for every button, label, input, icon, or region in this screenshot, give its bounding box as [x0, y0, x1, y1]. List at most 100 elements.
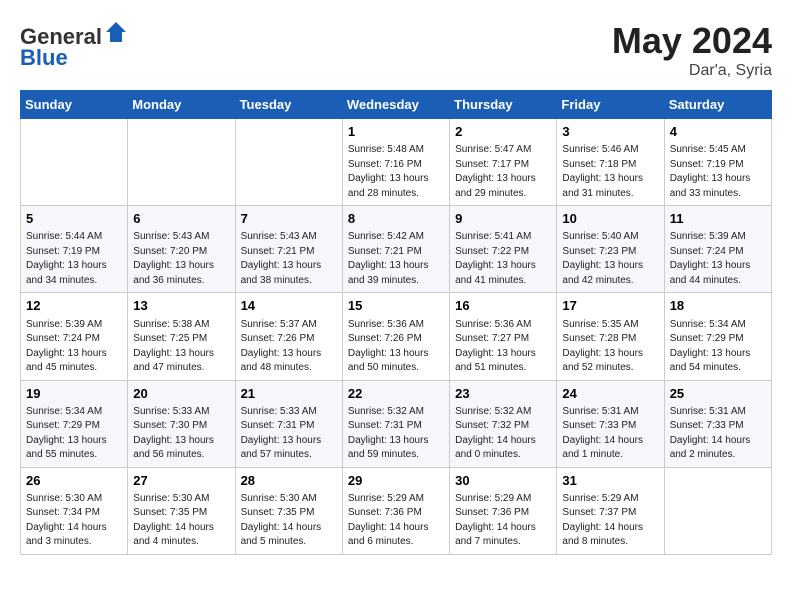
calendar-cell: 19 Sunrise: 5:34 AM Sunset: 7:29 PM Dayli…	[21, 380, 128, 467]
calendar-cell: 24 Sunrise: 5:31 AM Sunset: 7:33 PM Dayli…	[557, 380, 664, 467]
calendar-cell: 15 Sunrise: 5:36 AM Sunset: 7:26 PM Dayli…	[342, 293, 449, 380]
day-number: 2	[455, 123, 551, 141]
calendar-header-sunday: Sunday	[21, 91, 128, 119]
calendar-cell	[235, 119, 342, 206]
header: General Blue May 2024 Dar'a, Syria	[20, 20, 772, 80]
logo-icon	[104, 20, 128, 44]
day-number: 7	[241, 210, 337, 228]
calendar-header-saturday: Saturday	[664, 91, 771, 119]
day-info: Sunrise: 5:34 AM Sunset: 7:29 PM Dayligh…	[670, 318, 766, 376]
day-info: Sunrise: 5:46 AM Sunset: 7:18 PM Dayligh…	[562, 143, 658, 201]
day-number: 20	[133, 385, 229, 403]
calendar-cell	[664, 467, 771, 554]
day-info: Sunrise: 5:43 AM Sunset: 7:21 PM Dayligh…	[241, 230, 337, 288]
calendar-cell: 10 Sunrise: 5:40 AM Sunset: 7:23 PM Dayli…	[557, 206, 664, 293]
day-number: 12	[26, 297, 122, 315]
calendar-header-row: SundayMondayTuesdayWednesdayThursdayFrid…	[21, 91, 772, 119]
calendar-cell: 8 Sunrise: 5:42 AM Sunset: 7:21 PM Daylig…	[342, 206, 449, 293]
day-info: Sunrise: 5:30 AM Sunset: 7:35 PM Dayligh…	[133, 492, 229, 550]
day-info: Sunrise: 5:42 AM Sunset: 7:21 PM Dayligh…	[348, 230, 444, 288]
day-info: Sunrise: 5:36 AM Sunset: 7:26 PM Dayligh…	[348, 318, 444, 376]
day-number: 31	[562, 472, 658, 490]
title-block: May 2024 Dar'a, Syria	[612, 20, 772, 80]
calendar-week-row: 26 Sunrise: 5:30 AM Sunset: 7:34 PM Dayli…	[21, 467, 772, 554]
calendar-cell: 14Sunrise: 5:37 AM Sunset: 7:26 PM Dayli…	[235, 293, 342, 380]
calendar-cell: 5 Sunrise: 5:44 AM Sunset: 7:19 PM Daylig…	[21, 206, 128, 293]
day-number: 6	[133, 210, 229, 228]
calendar-cell: 31 Sunrise: 5:29 AM Sunset: 7:37 PM Dayli…	[557, 467, 664, 554]
day-info: Sunrise: 5:48 AM Sunset: 7:16 PM Dayligh…	[348, 143, 444, 201]
day-number: 26	[26, 472, 122, 490]
day-info: Sunrise: 5:32 AM Sunset: 7:32 PM Dayligh…	[455, 405, 551, 463]
day-info: Sunrise: 5:33 AM Sunset: 7:31 PM Dayligh…	[241, 405, 337, 463]
calendar-week-row: 5 Sunrise: 5:44 AM Sunset: 7:19 PM Daylig…	[21, 206, 772, 293]
calendar-cell: 21 Sunrise: 5:33 AM Sunset: 7:31 PM Dayli…	[235, 380, 342, 467]
calendar-cell: 12 Sunrise: 5:39 AM Sunset: 7:24 PM Dayli…	[21, 293, 128, 380]
day-number: 15	[348, 297, 444, 315]
day-number: 9	[455, 210, 551, 228]
day-number: 29	[348, 472, 444, 490]
day-info: Sunrise: 5:33 AM Sunset: 7:30 PM Dayligh…	[133, 405, 229, 463]
day-number: 10	[562, 210, 658, 228]
day-info: Sunrise: 5:31 AM Sunset: 7:33 PM Dayligh…	[562, 405, 658, 463]
calendar-cell: 26 Sunrise: 5:30 AM Sunset: 7:34 PM Dayli…	[21, 467, 128, 554]
day-number: 19	[26, 385, 122, 403]
day-number: 16	[455, 297, 551, 315]
day-info: Sunrise: 5:31 AM Sunset: 7:33 PM Dayligh…	[670, 405, 766, 463]
calendar-week-row: 19 Sunrise: 5:34 AM Sunset: 7:29 PM Dayli…	[21, 380, 772, 467]
calendar-cell: 28 Sunrise: 5:30 AM Sunset: 7:35 PM Dayli…	[235, 467, 342, 554]
calendar-cell: 18 Sunrise: 5:34 AM Sunset: 7:29 PM Dayli…	[664, 293, 771, 380]
day-info: Sunrise: 5:47 AM Sunset: 7:17 PM Dayligh…	[455, 143, 551, 201]
calendar-cell: 2 Sunrise: 5:47 AM Sunset: 7:17 PM Daylig…	[450, 119, 557, 206]
day-number: 1	[348, 123, 444, 141]
day-info: Sunrise: 5:36 AM Sunset: 7:27 PM Dayligh…	[455, 318, 551, 376]
page: General Blue May 2024 Dar'a, Syria Sunda…	[0, 0, 792, 565]
day-number: 13	[133, 297, 229, 315]
day-number: 28	[241, 472, 337, 490]
day-info: Sunrise: 5:30 AM Sunset: 7:35 PM Dayligh…	[241, 492, 337, 550]
day-number: 22	[348, 385, 444, 403]
day-number: 21	[241, 385, 337, 403]
day-info: Sunrise: 5:35 AM Sunset: 7:28 PM Dayligh…	[562, 318, 658, 376]
calendar-cell: 4Sunrise: 5:45 AM Sunset: 7:19 PM Daylig…	[664, 119, 771, 206]
day-info: Sunrise: 5:41 AM Sunset: 7:22 PM Dayligh…	[455, 230, 551, 288]
day-info: Sunrise: 5:44 AM Sunset: 7:19 PM Dayligh…	[26, 230, 122, 288]
calendar-cell: 23Sunrise: 5:32 AM Sunset: 7:32 PM Dayli…	[450, 380, 557, 467]
day-info: Sunrise: 5:30 AM Sunset: 7:34 PM Dayligh…	[26, 492, 122, 550]
day-info: Sunrise: 5:40 AM Sunset: 7:23 PM Dayligh…	[562, 230, 658, 288]
day-info: Sunrise: 5:43 AM Sunset: 7:20 PM Dayligh…	[133, 230, 229, 288]
day-number: 24	[562, 385, 658, 403]
calendar-cell: 17 Sunrise: 5:35 AM Sunset: 7:28 PM Dayli…	[557, 293, 664, 380]
logo: General Blue	[20, 20, 128, 71]
day-number: 30	[455, 472, 551, 490]
day-number: 14	[241, 297, 337, 315]
calendar-cell: 1 Sunrise: 5:48 AM Sunset: 7:16 PM Daylig…	[342, 119, 449, 206]
day-info: Sunrise: 5:29 AM Sunset: 7:36 PM Dayligh…	[455, 492, 551, 550]
day-number: 18	[670, 297, 766, 315]
calendar-cell: 22Sunrise: 5:32 AM Sunset: 7:31 PM Dayli…	[342, 380, 449, 467]
calendar-week-row: 1 Sunrise: 5:48 AM Sunset: 7:16 PM Daylig…	[21, 119, 772, 206]
calendar-header-friday: Friday	[557, 91, 664, 119]
day-info: Sunrise: 5:34 AM Sunset: 7:29 PM Dayligh…	[26, 405, 122, 463]
month-year: May 2024	[612, 20, 772, 62]
calendar-cell: 30 Sunrise: 5:29 AM Sunset: 7:36 PM Dayli…	[450, 467, 557, 554]
day-info: Sunrise: 5:29 AM Sunset: 7:36 PM Dayligh…	[348, 492, 444, 550]
day-info: Sunrise: 5:39 AM Sunset: 7:24 PM Dayligh…	[26, 318, 122, 376]
calendar-cell: 11Sunrise: 5:39 AM Sunset: 7:24 PM Dayli…	[664, 206, 771, 293]
day-info: Sunrise: 5:29 AM Sunset: 7:37 PM Dayligh…	[562, 492, 658, 550]
day-number: 17	[562, 297, 658, 315]
day-number: 3	[562, 123, 658, 141]
day-number: 8	[348, 210, 444, 228]
calendar-cell: 27Sunrise: 5:30 AM Sunset: 7:35 PM Dayli…	[128, 467, 235, 554]
calendar-cell: 3 Sunrise: 5:46 AM Sunset: 7:18 PM Daylig…	[557, 119, 664, 206]
day-info: Sunrise: 5:45 AM Sunset: 7:19 PM Dayligh…	[670, 143, 766, 201]
calendar-cell: 25 Sunrise: 5:31 AM Sunset: 7:33 PM Dayli…	[664, 380, 771, 467]
calendar-cell: 6 Sunrise: 5:43 AM Sunset: 7:20 PM Daylig…	[128, 206, 235, 293]
calendar-header-tuesday: Tuesday	[235, 91, 342, 119]
calendar-cell: 20 Sunrise: 5:33 AM Sunset: 7:30 PM Dayli…	[128, 380, 235, 467]
day-number: 5	[26, 210, 122, 228]
calendar-cell: 16 Sunrise: 5:36 AM Sunset: 7:27 PM Dayli…	[450, 293, 557, 380]
day-number: 25	[670, 385, 766, 403]
calendar-cell: 7 Sunrise: 5:43 AM Sunset: 7:21 PM Daylig…	[235, 206, 342, 293]
calendar-header-monday: Monday	[128, 91, 235, 119]
